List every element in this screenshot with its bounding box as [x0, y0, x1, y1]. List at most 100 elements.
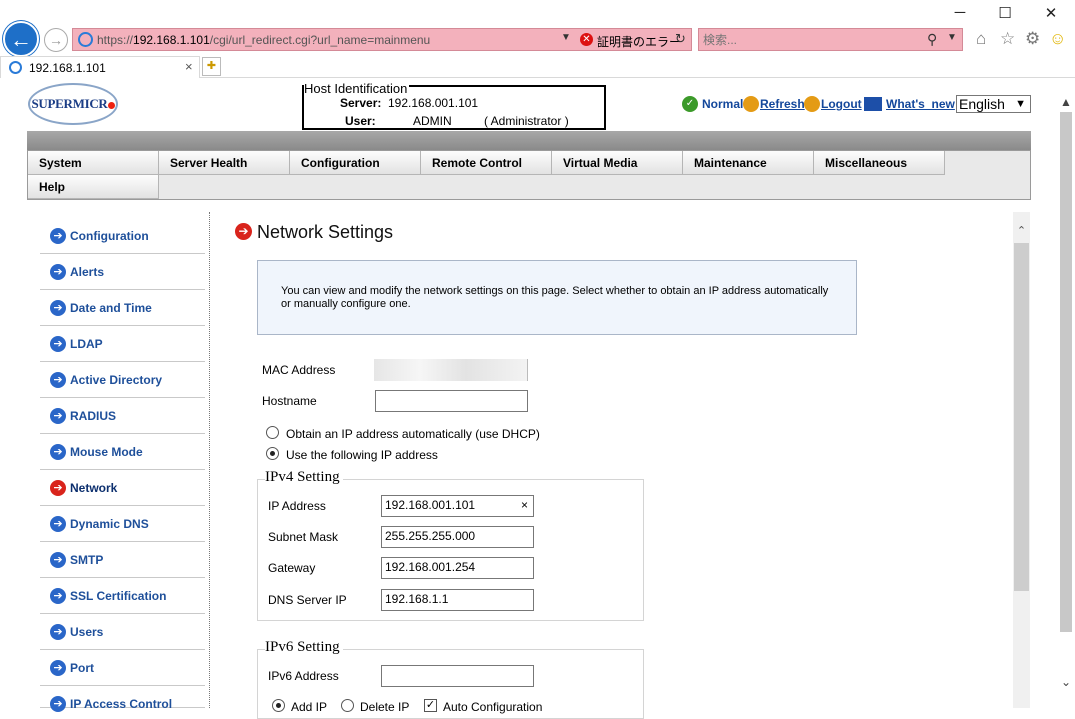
browser-chrome: ─ ☐ ✕ ← → https://192.168.1.101/cgi/url_…	[0, 0, 1075, 78]
sidebar-item-label: Mouse Mode	[70, 445, 143, 459]
arrow-right-icon: ➔	[50, 624, 66, 640]
arrow-right-icon: ➔	[50, 408, 66, 424]
window-scroll-down-icon[interactable]: ⌄	[1058, 675, 1074, 689]
cert-error-label[interactable]: 証明書のエラー	[597, 33, 681, 50]
menu-configuration[interactable]: Configuration	[290, 151, 421, 175]
sidebar-item-smtp[interactable]: ➔ SMTP	[40, 542, 205, 578]
sidebar-item-users[interactable]: ➔ Users	[40, 614, 205, 650]
clear-icon[interactable]: ×	[521, 498, 528, 512]
back-button[interactable]: ←	[3, 21, 39, 57]
sidebar-item-dynamic-dns[interactable]: ➔ Dynamic DNS	[40, 506, 205, 542]
language-value: English	[959, 96, 1005, 112]
menu-help[interactable]: Help	[28, 175, 159, 199]
refresh-icon[interactable]	[743, 96, 759, 112]
forward-arrow-icon: →	[49, 32, 63, 48]
tab-title: 192.168.1.101	[29, 61, 106, 75]
main-menu: System Server Health Configuration Remot…	[27, 150, 1031, 200]
minimize-button[interactable]: ─	[945, 4, 975, 21]
url-text[interactable]: https://192.168.1.101/cgi/url_redirect.c…	[97, 33, 430, 47]
scrollbar-thumb[interactable]	[1014, 243, 1029, 591]
favorites-star-icon[interactable]: ☆	[1000, 29, 1015, 49]
reload-icon[interactable]: ↻	[675, 31, 686, 47]
whats-new-link[interactable]: What's_new	[886, 97, 955, 111]
menu-virtual-media[interactable]: Virtual Media	[552, 151, 683, 175]
hostname-input[interactable]	[375, 390, 528, 412]
static-ip-label: Use the following IP address	[286, 448, 438, 462]
host-identification-box: Host Identification Server: 192.168.001.…	[302, 81, 606, 130]
new-tab-button[interactable]: ✚	[202, 57, 221, 76]
browser-tab[interactable]: 192.168.1.101 ×	[0, 56, 200, 78]
gear-icon[interactable]: ⚙	[1025, 29, 1040, 49]
chevron-down-icon: ▼	[1015, 98, 1026, 110]
tab-close-icon[interactable]: ×	[185, 59, 193, 74]
url-prefix: https://	[97, 33, 134, 47]
menu-system[interactable]: System	[28, 151, 159, 175]
info-text: You can view and modify the network sett…	[281, 285, 829, 310]
home-icon[interactable]: ⌂	[976, 29, 986, 49]
language-select[interactable]: English ▼	[956, 95, 1031, 113]
sidebar-item-label: Date and Time	[70, 301, 152, 315]
dns-server-input[interactable]: 192.168.1.1	[381, 589, 534, 611]
auto-configuration-checkbox[interactable]: ✓	[424, 699, 437, 712]
menu-remote-control[interactable]: Remote Control	[421, 151, 552, 175]
sidebar-item-alerts[interactable]: ➔ Alerts	[40, 254, 205, 290]
delete-ip-radio[interactable]	[341, 699, 354, 712]
address-bar[interactable]: https://192.168.1.101/cgi/url_redirect.c…	[72, 28, 692, 51]
arrow-right-icon: ➔	[50, 228, 66, 244]
sidebar-item-mouse-mode[interactable]: ➔ Mouse Mode	[40, 434, 205, 470]
sidebar-item-label: IP Access Control	[70, 697, 173, 711]
window-scrollbar-thumb[interactable]	[1060, 112, 1072, 632]
scroll-up-icon[interactable]: ⌃	[1013, 224, 1030, 237]
cert-error-icon[interactable]: ✕	[580, 33, 593, 46]
arrow-right-icon: ➔	[50, 696, 66, 712]
server-label: Server:	[340, 96, 382, 110]
sidebar-item-active-directory[interactable]: ➔ Active Directory	[40, 362, 205, 398]
dhcp-radio[interactable]	[266, 426, 279, 439]
ip-address-input[interactable]: 192.168.001.101 ×	[381, 495, 534, 517]
sidebar-item-ip-access-control[interactable]: ➔ IP Access Control	[40, 686, 205, 712]
gateway-input[interactable]: 192.168.001.254	[381, 557, 534, 579]
menu-server-health[interactable]: Server Health	[159, 151, 290, 175]
close-window-button[interactable]: ✕	[1036, 4, 1066, 22]
search-icon[interactable]: ⚲	[927, 31, 937, 48]
forward-button[interactable]: →	[44, 28, 68, 52]
back-arrow-icon: ←	[10, 27, 32, 52]
gateway-label: Gateway	[268, 561, 316, 575]
window-scrollbar[interactable]: ▲ ⌄	[1057, 95, 1075, 708]
content-scrollbar[interactable]: ⌃	[1013, 212, 1030, 708]
search-box[interactable]: ⚲ ▼	[698, 28, 963, 51]
sidebar-item-configuration[interactable]: ➔ Configuration	[40, 218, 205, 254]
subnet-mask-label: Subnet Mask	[268, 530, 339, 544]
address-dropdown-icon[interactable]: ▼	[561, 32, 571, 43]
logout-link[interactable]: Logout	[821, 97, 862, 111]
sidebar-item-radius[interactable]: ➔ RADIUS	[40, 398, 205, 434]
add-ip-radio[interactable]	[272, 699, 285, 712]
sidebar-item-label: Alerts	[70, 265, 105, 279]
sidebar-item-ssl-certification[interactable]: ➔ SSL Certification	[40, 578, 205, 614]
arrow-right-icon: ➔	[50, 552, 66, 568]
arrow-right-icon: ➔	[50, 372, 66, 388]
window-scroll-up-icon[interactable]: ▲	[1058, 95, 1074, 109]
sidebar-item-label: Network	[70, 481, 118, 495]
ipv6-address-input[interactable]	[381, 665, 534, 687]
menu-maintenance[interactable]: Maintenance	[683, 151, 814, 175]
logout-icon[interactable]	[804, 96, 820, 112]
search-dropdown-icon[interactable]: ▼	[947, 32, 957, 43]
maximize-button[interactable]: ☐	[990, 4, 1020, 22]
sidebar-item-port[interactable]: ➔ Port	[40, 650, 205, 686]
sidebar-item-network[interactable]: ➔ Network	[40, 470, 205, 506]
smiley-feedback-icon[interactable]: ☺	[1049, 29, 1066, 49]
static-ip-radio[interactable]	[266, 447, 279, 460]
hostname-label: Hostname	[262, 394, 317, 408]
normal-link[interactable]: Normal	[702, 97, 743, 111]
sidebar-item-date-and-time[interactable]: ➔ Date and Time	[40, 290, 205, 326]
sidebar-item-ldap[interactable]: ➔ LDAP	[40, 326, 205, 362]
arrow-right-icon: ➔	[50, 264, 66, 280]
arrow-right-icon: ➔	[50, 300, 66, 316]
ipv6-legend: IPv6 Setting	[265, 639, 343, 656]
refresh-link[interactable]: Refresh	[760, 97, 805, 111]
search-input[interactable]	[703, 31, 913, 48]
mac-address-value-redacted	[374, 359, 528, 381]
subnet-mask-input[interactable]: 255.255.255.000	[381, 526, 534, 548]
menu-miscellaneous[interactable]: Miscellaneous	[814, 151, 945, 175]
